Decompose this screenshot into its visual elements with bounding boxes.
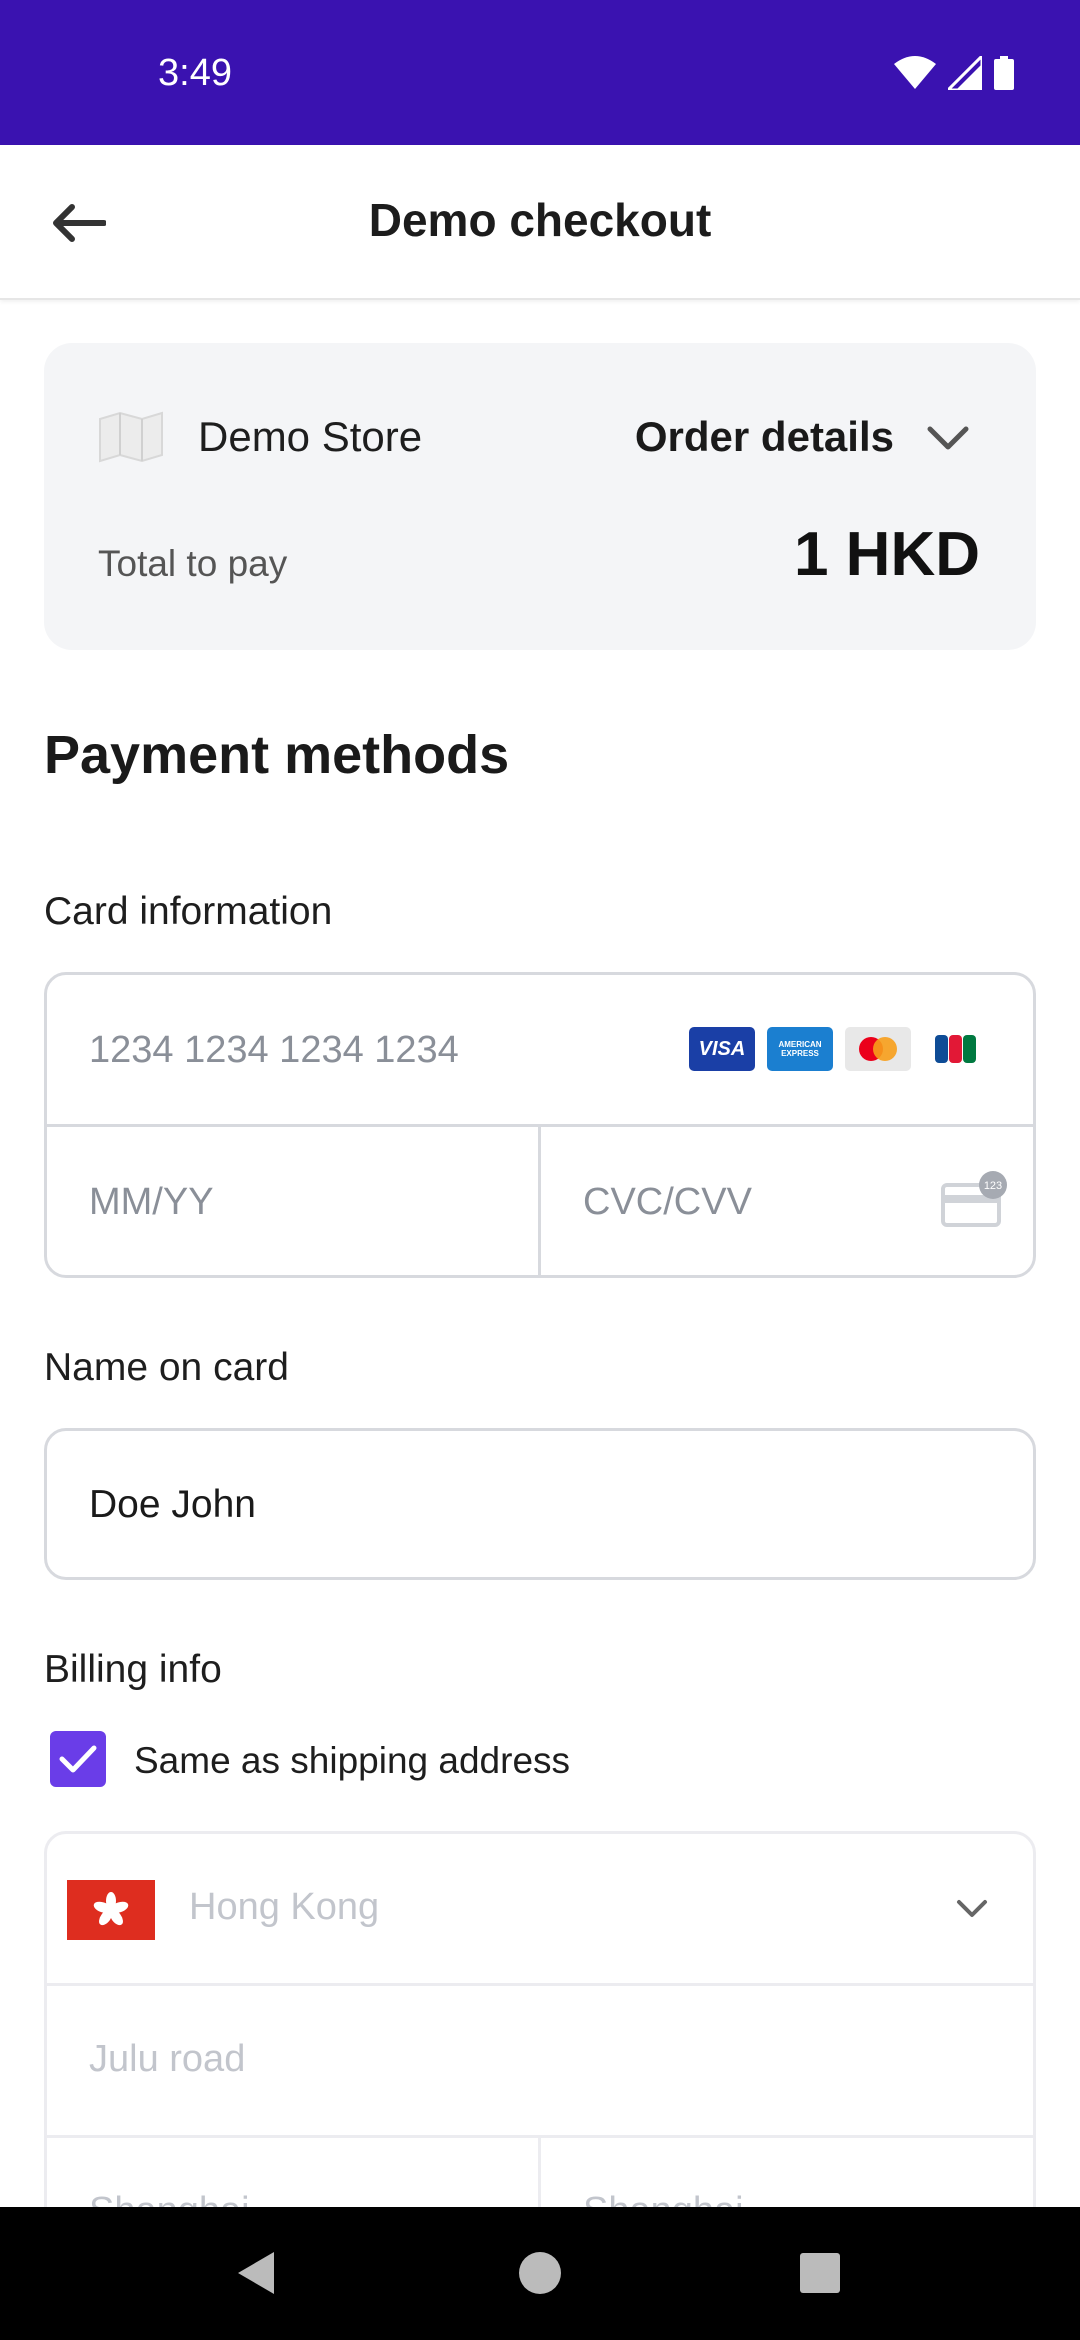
chevron-down-icon bbox=[957, 1900, 987, 1917]
cvc-placeholder: CVC/CVV bbox=[583, 1181, 752, 1223]
cvc-badge-text: 123 bbox=[984, 1180, 1002, 1192]
store-name: Demo Store bbox=[198, 413, 423, 460]
app-bar: Demo checkout bbox=[0, 145, 1080, 300]
circle-home-icon bbox=[519, 2252, 561, 2294]
nav-back-button[interactable] bbox=[226, 2243, 286, 2303]
status-time: 3:49 bbox=[158, 52, 232, 94]
hong-kong-flag-icon bbox=[67, 1880, 155, 1940]
cvc-card-icon: 123 bbox=[941, 1171, 1007, 1227]
mastercard-icon bbox=[845, 1027, 911, 1071]
street-value: Julu road bbox=[89, 2038, 246, 2080]
payment-methods-title: Payment methods bbox=[44, 725, 510, 785]
nav-home-button[interactable] bbox=[510, 2243, 570, 2303]
street-field[interactable]: Julu road bbox=[47, 1986, 1033, 2138]
status-icons bbox=[894, 56, 1014, 90]
jcb-icon bbox=[923, 1027, 989, 1071]
visa-icon: VISA bbox=[689, 1027, 755, 1071]
expiry-placeholder: MM/YY bbox=[89, 1181, 214, 1223]
country-value: Hong Kong bbox=[189, 1886, 380, 1928]
card-information-box: 1234 1234 1234 1234 VISA AMERICAN EXPRES… bbox=[44, 972, 1036, 1278]
amex-icon: AMERICAN EXPRESS bbox=[767, 1027, 833, 1071]
chevron-down-icon[interactable] bbox=[922, 413, 974, 465]
battery-icon bbox=[994, 56, 1014, 90]
map-icon bbox=[99, 411, 163, 463]
card-number-field[interactable]: 1234 1234 1234 1234 VISA AMERICAN EXPRES… bbox=[47, 975, 1033, 1127]
page-title: Demo checkout bbox=[368, 194, 712, 246]
system-nav-bar bbox=[0, 2207, 1080, 2340]
name-on-card-input[interactable]: Doe John bbox=[44, 1428, 1036, 1580]
square-recents-icon bbox=[800, 2253, 840, 2293]
signal-icon bbox=[948, 56, 982, 90]
name-on-card-label: Name on card bbox=[44, 1346, 289, 1389]
triangle-back-icon bbox=[238, 2252, 274, 2294]
total-amount: 1 HKD bbox=[793, 520, 980, 589]
country-select[interactable]: Hong Kong bbox=[47, 1834, 1033, 1986]
card-brand-logos: VISA AMERICAN EXPRESS bbox=[689, 1027, 989, 1071]
order-summary-card: Demo Store Order details Total to pay 1 … bbox=[44, 343, 1036, 650]
billing-info-label: Billing info bbox=[44, 1648, 222, 1691]
total-label: Total to pay bbox=[98, 543, 288, 584]
card-row-bottom: MM/YY CVC/CVV 123 bbox=[47, 1127, 1033, 1275]
name-on-card-value: Doe John bbox=[89, 1483, 256, 1526]
status-bar: 3:49 bbox=[0, 0, 1080, 145]
nav-recents-button[interactable] bbox=[790, 2243, 850, 2303]
card-number-placeholder: 1234 1234 1234 1234 bbox=[89, 1029, 459, 1071]
order-details-toggle[interactable]: Order details bbox=[635, 413, 894, 461]
card-information-label: Card information bbox=[44, 890, 333, 933]
expiry-field[interactable]: MM/YY bbox=[47, 1127, 541, 1275]
check-icon bbox=[59, 1745, 97, 1773]
cvc-field[interactable]: CVC/CVV 123 bbox=[541, 1127, 1033, 1275]
same-as-shipping-checkbox[interactable] bbox=[50, 1731, 106, 1787]
same-as-shipping-label[interactable]: Same as shipping address bbox=[134, 1740, 570, 1782]
wifi-icon bbox=[894, 56, 936, 89]
